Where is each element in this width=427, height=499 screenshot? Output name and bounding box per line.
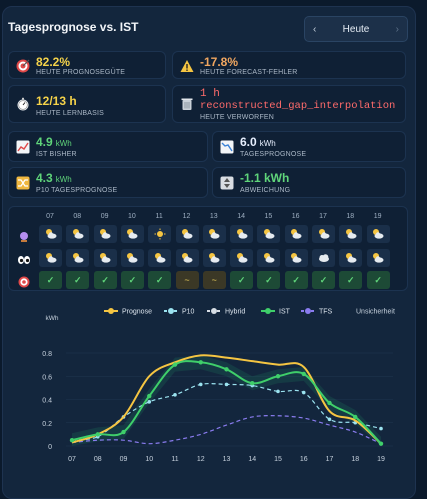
x-tick-label: 09 <box>120 456 128 463</box>
x-tick-label: 16 <box>300 456 308 463</box>
data-point-ist <box>378 441 384 446</box>
data-point-p10 <box>379 426 383 431</box>
legend-marker <box>265 308 271 314</box>
x-tick-label: 10 <box>145 456 153 463</box>
legend-label: TFS <box>319 309 333 316</box>
x-tick-label: 13 <box>223 456 231 463</box>
data-point-ist <box>172 362 178 367</box>
legend-label: P10 <box>182 309 195 316</box>
data-point-ist <box>250 381 255 386</box>
y-axis-label: kWh <box>46 315 59 322</box>
data-point-ist <box>69 437 75 443</box>
y-tick-label: 0.4 <box>42 398 52 405</box>
legend-label: Hybrid <box>225 309 245 316</box>
legend-marker <box>168 308 174 314</box>
data-point-p10 <box>327 417 332 422</box>
data-point-p10 <box>147 400 152 404</box>
data-point-ist <box>224 367 229 372</box>
x-tick-label: 11 <box>171 456 178 463</box>
x-tick-label: 19 <box>377 456 385 463</box>
legend-uncertainty-label: Unsicherheit <box>356 309 395 316</box>
data-point-ist <box>353 414 358 420</box>
x-tick-label: 15 <box>274 456 282 463</box>
data-point-p10 <box>173 393 177 397</box>
data-point-ist <box>95 432 100 437</box>
data-point-ist <box>327 400 332 406</box>
legend-marker <box>108 308 114 314</box>
y-tick-label: 0.8 <box>42 351 52 358</box>
legend-marker <box>305 308 311 314</box>
data-point-p10 <box>224 382 229 387</box>
data-point-ist <box>198 360 203 365</box>
data-point-ist <box>275 374 281 379</box>
data-point-p10 <box>198 382 203 387</box>
forecast-chart: 0 0.2 0.4 0.6 0.8 kWh 07 08 09 10 11 12 13 14 15 16 17 18… <box>42 308 395 463</box>
y-tick-label: 0.2 <box>42 421 52 428</box>
x-tick-label: 14 <box>248 456 256 463</box>
legend-label: Prognose <box>122 309 152 316</box>
x-tick-label: 18 <box>351 456 359 463</box>
x-tick-label: 07 <box>68 456 76 463</box>
legend-label: IST <box>279 309 291 316</box>
x-tick-label: 17 <box>326 456 334 463</box>
legend-marker <box>211 308 217 314</box>
y-tick-label: 0 <box>48 444 52 451</box>
x-tick-label: 12 <box>197 456 205 463</box>
y-tick-label: 0.6 <box>42 374 52 381</box>
data-point-ist <box>121 429 126 435</box>
x-tick-label: 08 <box>94 456 102 463</box>
data-point-p10 <box>301 390 306 395</box>
data-point-ist <box>301 371 306 377</box>
data-point-ist <box>147 393 152 399</box>
data-point-p10 <box>276 389 280 394</box>
